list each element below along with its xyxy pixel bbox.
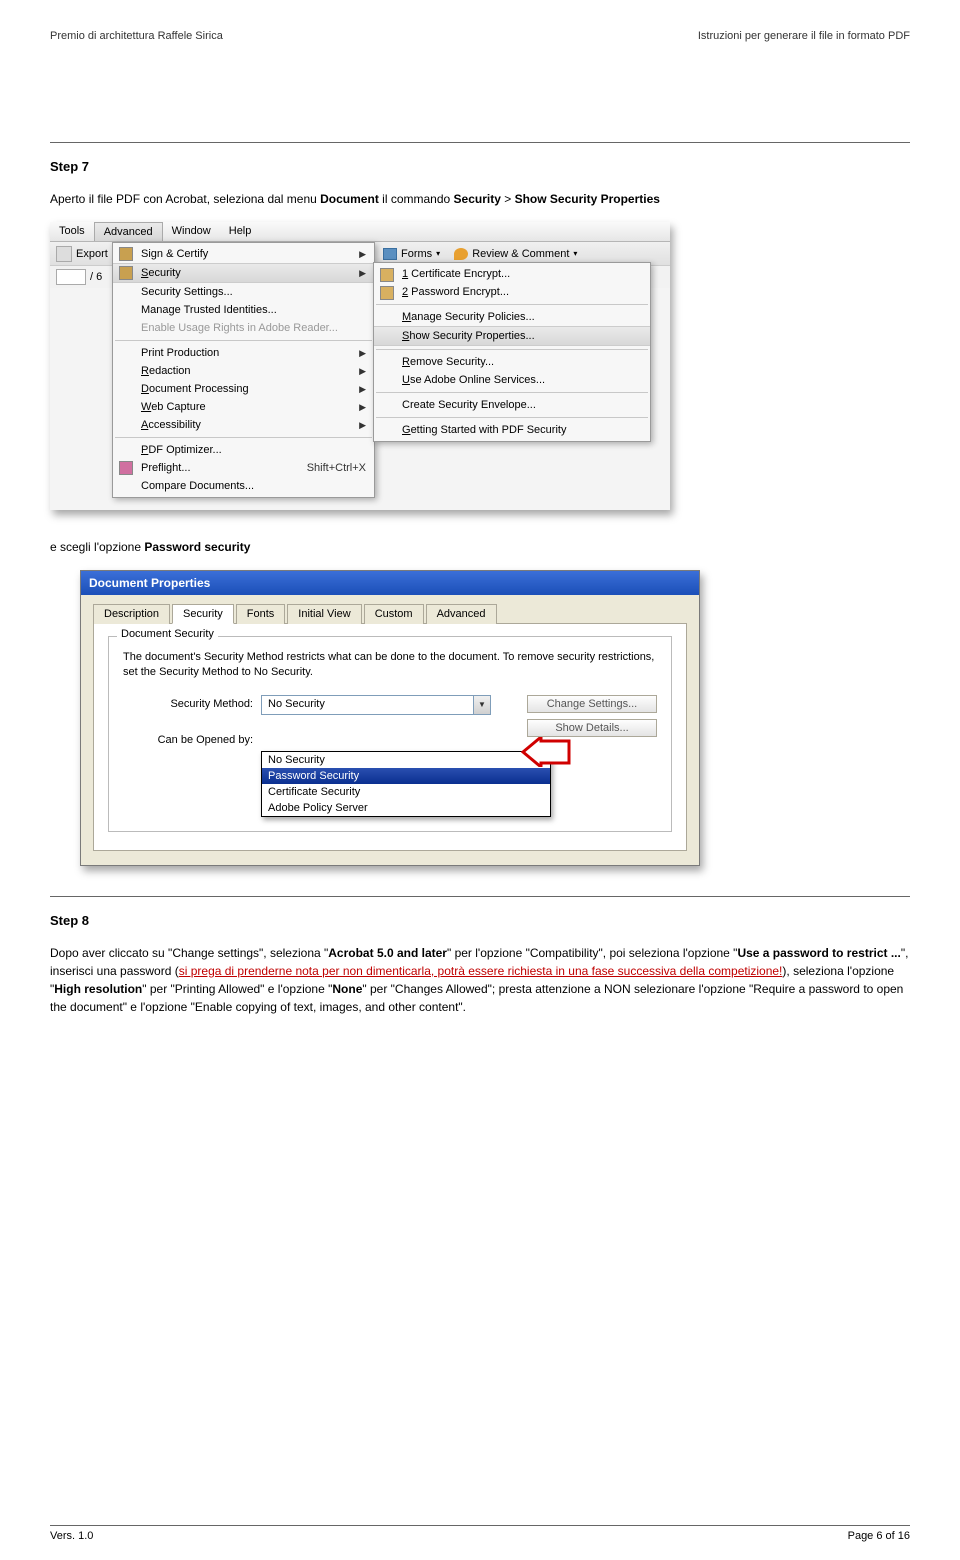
menu-item[interactable]: Print Production▶ bbox=[113, 344, 374, 362]
dialog-titlebar: Document Properties bbox=[81, 571, 699, 595]
page-count: / 6 bbox=[90, 271, 102, 283]
security-icon bbox=[119, 266, 133, 280]
advanced-menu: Sign & Certify▶Security▶Security Setting… bbox=[112, 242, 375, 498]
tab-description[interactable]: Description bbox=[93, 604, 170, 624]
menubar-item[interactable]: Help bbox=[220, 222, 261, 241]
opened-by-label: Can be Opened by: bbox=[123, 731, 253, 746]
menu-item[interactable]: Document Processing▶ bbox=[113, 380, 374, 398]
submenu-item[interactable]: Create Security Envelope... bbox=[374, 396, 650, 414]
submenu-item[interactable]: 2 Password Encrypt... bbox=[374, 283, 650, 301]
security-method-dropdown: No SecurityPassword SecurityCertificate … bbox=[261, 751, 551, 817]
option-password-security[interactable]: Password Security bbox=[262, 768, 550, 784]
footer-page: Page 6 of 16 bbox=[848, 1530, 910, 1542]
tab-fonts[interactable]: Fonts bbox=[236, 604, 286, 624]
preflight-icon bbox=[119, 461, 133, 475]
forms-icon bbox=[383, 248, 397, 260]
menubar: Tools Advanced Window Help bbox=[50, 222, 670, 242]
submenu-item[interactable]: Show Security Properties... bbox=[374, 326, 650, 346]
step7-after: e scegli l'opzione Password security bbox=[50, 538, 910, 556]
tab-security[interactable]: Security bbox=[172, 604, 234, 624]
export-button[interactable]: Export bbox=[76, 248, 108, 260]
tab-initial-view[interactable]: Initial View bbox=[287, 604, 361, 624]
option-no-security[interactable]: No Security bbox=[262, 752, 550, 768]
option-certificate-security[interactable]: Certificate Security bbox=[262, 784, 550, 800]
chevron-right-icon: ▶ bbox=[359, 249, 366, 260]
chevron-right-icon: ▶ bbox=[359, 268, 366, 279]
step8-title: Step 8 bbox=[50, 913, 910, 928]
submenu-item[interactable]: Manage Security Policies... bbox=[374, 308, 650, 326]
menu-item[interactable]: Web Capture▶ bbox=[113, 398, 374, 416]
header-right: Istruzioni per generare il file in forma… bbox=[698, 30, 910, 42]
divider bbox=[50, 142, 910, 143]
change-settings-button[interactable]: Change Settings... bbox=[527, 695, 657, 713]
review-icon bbox=[454, 248, 468, 260]
security-description: The document's Security Method restricts… bbox=[123, 650, 657, 681]
submenu-item[interactable]: Getting Started with PDF Security bbox=[374, 421, 650, 439]
security-submenu: 1 Certificate Encrypt...2 Password Encry… bbox=[373, 262, 651, 442]
submenu-item[interactable]: Use Adobe Online Services... bbox=[374, 371, 650, 389]
page-input[interactable] bbox=[56, 269, 86, 285]
chevron-down-icon[interactable] bbox=[473, 696, 490, 714]
menu-item[interactable]: Sign & Certify▶ bbox=[113, 245, 374, 263]
menu-item: Enable Usage Rights in Adobe Reader... bbox=[113, 319, 374, 337]
menu-item[interactable]: PDF Optimizer... bbox=[113, 441, 374, 459]
option-adobe-policy-server[interactable]: Adobe Policy Server bbox=[262, 800, 550, 816]
screenshot-menu: Tools Advanced Window Help Export / 6 Fo… bbox=[50, 222, 670, 510]
export-icon bbox=[56, 246, 72, 262]
chevron-right-icon: ▶ bbox=[359, 348, 366, 359]
chevron-right-icon: ▶ bbox=[359, 402, 366, 413]
footer-version: Vers. 1.0 bbox=[50, 1530, 93, 1542]
tab-advanced[interactable]: Advanced bbox=[426, 604, 497, 624]
step8-paragraph: Dopo aver cliccato su "Change settings",… bbox=[50, 944, 910, 1016]
screenshot-dialog: Document Properties DescriptionSecurityF… bbox=[80, 570, 700, 866]
tab-custom[interactable]: Custom bbox=[364, 604, 424, 624]
chevron-right-icon: ▶ bbox=[359, 384, 366, 395]
review-button[interactable]: Review & Comment ▾ bbox=[454, 248, 577, 260]
chevron-right-icon: ▶ bbox=[359, 420, 366, 431]
menu-item[interactable]: Accessibility▶ bbox=[113, 416, 374, 434]
cert-icon bbox=[380, 268, 394, 282]
menubar-item-advanced[interactable]: Advanced bbox=[94, 222, 163, 241]
security-method-combo[interactable]: No Security bbox=[261, 695, 491, 715]
document-security-fieldset: Document Security The document's Securit… bbox=[108, 636, 672, 832]
step7-intro: Aperto il file PDF con Acrobat, selezion… bbox=[50, 190, 910, 208]
menu-item[interactable]: Security▶ bbox=[113, 263, 374, 283]
sign-icon bbox=[119, 247, 133, 261]
menu-item[interactable]: Security Settings... bbox=[113, 283, 374, 301]
menu-item[interactable]: Preflight...Shift+Ctrl+X bbox=[113, 459, 374, 477]
menu-item[interactable]: Redaction▶ bbox=[113, 362, 374, 380]
fieldset-legend: Document Security bbox=[117, 628, 218, 640]
divider bbox=[50, 896, 910, 897]
menubar-item[interactable]: Tools bbox=[50, 222, 94, 241]
chevron-right-icon: ▶ bbox=[359, 366, 366, 377]
security-method-label: Security Method: bbox=[123, 695, 253, 710]
pwd-icon bbox=[380, 286, 394, 300]
submenu-item[interactable]: 1 Certificate Encrypt... bbox=[374, 265, 650, 283]
submenu-item[interactable]: Remove Security... bbox=[374, 353, 650, 371]
dialog-tabs: DescriptionSecurityFontsInitial ViewCust… bbox=[81, 595, 699, 623]
header-left: Premio di architettura Raffele Sirica bbox=[50, 30, 223, 42]
menubar-item[interactable]: Window bbox=[163, 222, 220, 241]
show-details-button[interactable]: Show Details... bbox=[527, 719, 657, 737]
document-header: Premio di architettura Raffele Sirica Is… bbox=[50, 30, 910, 42]
menu-item[interactable]: Compare Documents... bbox=[113, 477, 374, 495]
step7-title: Step 7 bbox=[50, 159, 910, 174]
menu-item[interactable]: Manage Trusted Identities... bbox=[113, 301, 374, 319]
forms-button[interactable]: Forms ▾ bbox=[383, 248, 440, 260]
document-footer: Vers. 1.0 Page 6 of 16 bbox=[50, 1525, 910, 1542]
tab-panel-security: Document Security The document's Securit… bbox=[93, 623, 687, 851]
